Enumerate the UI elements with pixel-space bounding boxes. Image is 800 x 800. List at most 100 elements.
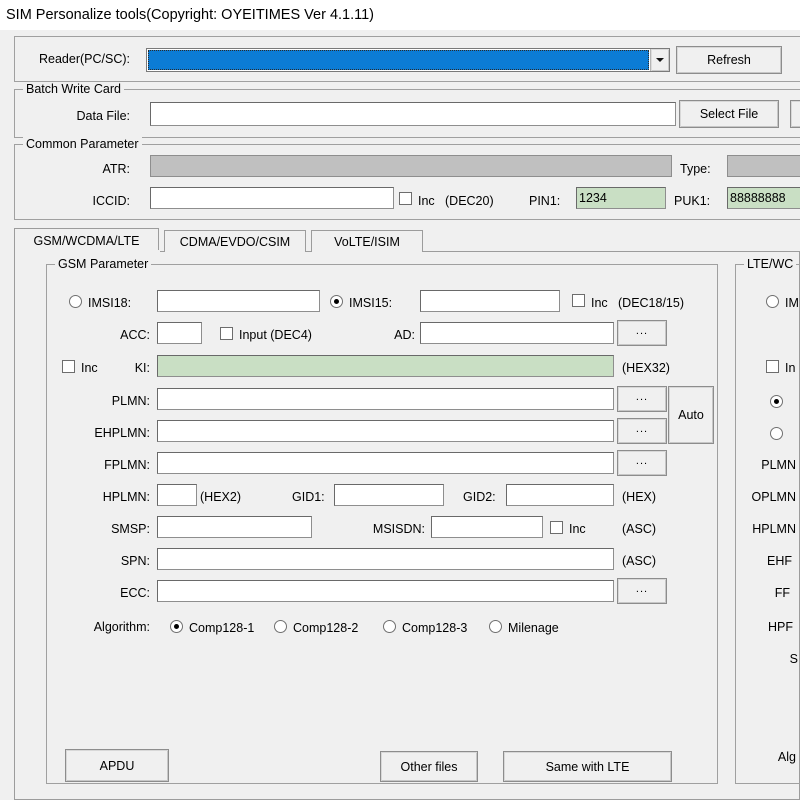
- plmn-input[interactable]: [157, 388, 614, 410]
- ki-label: KI:: [134, 361, 150, 375]
- type-label: Type:: [680, 162, 711, 176]
- lte-algorithm-label: Alg: [777, 750, 796, 764]
- lte-plmn-label: PLMN: [761, 458, 796, 472]
- ki-inc-checkbox[interactable]: [62, 360, 75, 373]
- acc-label: ACC:: [120, 328, 150, 342]
- algorithm-label-milenage: Milenage: [508, 621, 559, 635]
- tab-active-seam: [15, 250, 160, 253]
- lte-ehplmn-label: EHF: [767, 554, 792, 568]
- gid1-input[interactable]: [334, 484, 444, 506]
- fplmn-label: FPLMN:: [104, 458, 150, 472]
- plmn-label: PLMN:: [111, 394, 150, 408]
- lte-inc-checkbox[interactable]: [766, 360, 779, 373]
- algorithm-radio-milenage[interactable]: [489, 620, 502, 633]
- sim-personalize-tools-window: SIM Personalize tools(Copyright: OYEITIM…: [0, 0, 800, 800]
- spn-label: SPN:: [120, 554, 150, 568]
- ki-hint: (HEX32): [622, 361, 670, 375]
- lte-s-label: S: [789, 652, 798, 666]
- lte-inc-label: In: [785, 361, 796, 375]
- msisdn-hint: (ASC): [622, 522, 657, 536]
- data-file-label: Data File:: [76, 109, 131, 123]
- algorithm-label-comp128-2: Comp128-2: [293, 621, 359, 635]
- gid2-input[interactable]: [506, 484, 614, 506]
- same-with-lte-button[interactable]: Same with LTE: [503, 751, 672, 782]
- data-file-input[interactable]: [150, 102, 676, 126]
- imsi18-input[interactable]: [157, 290, 320, 312]
- lte-imsi-radio[interactable]: [766, 295, 779, 308]
- msisdn-inc-label: Inc: [569, 522, 586, 536]
- acc-input-checkbox[interactable]: [220, 327, 233, 340]
- apdu-button[interactable]: APDU: [65, 749, 169, 782]
- batch-extra-button[interactable]: [790, 100, 800, 128]
- algorithm-label-comp128-3: Comp128-3: [402, 621, 468, 635]
- ehplmn-input[interactable]: [157, 420, 614, 442]
- imsi-inc-label: Inc: [591, 296, 608, 310]
- atr-label: ATR:: [102, 162, 130, 176]
- ki-inc-label: Inc: [81, 361, 98, 375]
- imsi18-radio[interactable]: [69, 295, 82, 308]
- title-bar: SIM Personalize tools(Copyright: OYEITIM…: [0, 0, 800, 30]
- iccid-input[interactable]: [150, 187, 394, 209]
- lte-wcdma-parameter-title: LTE/WC: [744, 257, 797, 271]
- batch-write-card-title: Batch Write Card: [23, 82, 124, 96]
- chevron-down-icon[interactable]: [650, 49, 669, 71]
- puk1-input[interactable]: [727, 187, 800, 209]
- ki-input[interactable]: [157, 355, 614, 377]
- other-files-button[interactable]: Other files: [380, 751, 478, 782]
- gsm-parameter-title: GSM Parameter: [55, 257, 152, 271]
- tab-volte-isim[interactable]: VoLTE/ISIM: [311, 230, 423, 252]
- lte-oplmn-label: OPLMN: [751, 490, 796, 504]
- smsp-input[interactable]: [157, 516, 312, 538]
- common-parameter-title: Common Parameter: [23, 137, 142, 151]
- reader-selected-value[interactable]: [148, 50, 649, 70]
- lte-hpplmn-label: HPF: [768, 620, 793, 634]
- msisdn-input[interactable]: [431, 516, 543, 538]
- auto-button[interactable]: Auto: [668, 386, 714, 444]
- hplmn-hint: (HEX2): [200, 490, 241, 504]
- lte-radio-a[interactable]: [770, 395, 783, 408]
- gid-hint: (HEX): [622, 490, 657, 504]
- iccid-hint: (DEC20): [445, 194, 494, 208]
- tab-gsm-wcdma-lte[interactable]: GSM/WCDMA/LTE: [14, 228, 159, 252]
- type-input: [727, 155, 800, 177]
- fplmn-input[interactable]: [157, 452, 614, 474]
- select-file-button[interactable]: Select File: [679, 100, 779, 128]
- ad-label: AD:: [394, 328, 415, 342]
- lte-fplmn-label: FF: [774, 586, 790, 600]
- algorithm-radio-comp128-3[interactable]: [383, 620, 396, 633]
- hplmn-input[interactable]: [157, 484, 197, 506]
- tab-cdma-evdo-csim[interactable]: CDMA/EVDO/CSIM: [164, 230, 306, 252]
- iccid-inc-checkbox[interactable]: [399, 192, 412, 205]
- acc-input[interactable]: [157, 322, 202, 344]
- imsi15-label: IMSI15:: [349, 296, 393, 310]
- spn-hint: (ASC): [622, 554, 657, 568]
- algorithm-label-comp128-1: Comp128-1: [189, 621, 255, 635]
- ad-browse-button[interactable]: ...: [617, 320, 667, 346]
- refresh-button[interactable]: Refresh: [676, 46, 782, 74]
- ehplmn-browse-button[interactable]: ...: [617, 418, 667, 444]
- pin1-input[interactable]: [576, 187, 666, 209]
- msisdn-inc-checkbox[interactable]: [550, 521, 563, 534]
- ecc-label: ECC:: [120, 586, 150, 600]
- spn-input[interactable]: [157, 548, 614, 570]
- lte-hplmn-label: HPLMN: [752, 522, 796, 536]
- imsi15-radio[interactable]: [330, 295, 343, 308]
- gid2-label: GID2:: [463, 490, 496, 504]
- msisdn-label: MSISDN:: [372, 522, 425, 536]
- ecc-input[interactable]: [157, 580, 614, 602]
- pin1-label: PIN1:: [529, 194, 561, 208]
- ecc-browse-button[interactable]: ...: [617, 578, 667, 604]
- algorithm-radio-comp128-1[interactable]: [170, 620, 183, 633]
- lte-radio-b[interactable]: [770, 427, 783, 440]
- ad-input[interactable]: [420, 322, 614, 344]
- iccid-inc-label: Inc: [418, 194, 435, 208]
- plmn-browse-button[interactable]: ...: [617, 386, 667, 412]
- tab-strip: GSM/WCDMA/LTE CDMA/EVDO/CSIM VoLTE/ISIM: [14, 228, 800, 252]
- iccid-label: ICCID:: [92, 194, 131, 208]
- imsi-inc-checkbox[interactable]: [572, 294, 585, 307]
- puk1-label: PUK1:: [674, 194, 711, 208]
- imsi15-input[interactable]: [420, 290, 560, 312]
- algorithm-radio-comp128-2[interactable]: [274, 620, 287, 633]
- reader-combobox[interactable]: [146, 48, 670, 72]
- fplmn-browse-button[interactable]: ...: [617, 450, 667, 476]
